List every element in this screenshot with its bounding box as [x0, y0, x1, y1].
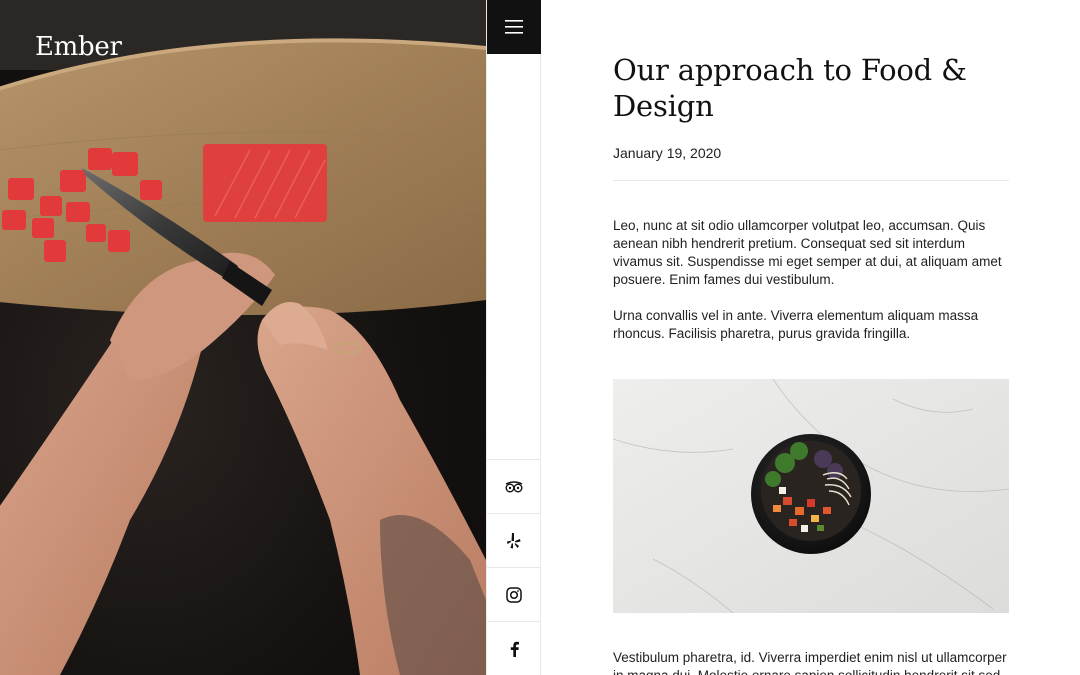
yelp-icon [507, 532, 521, 548]
menu-button[interactable] [487, 0, 541, 54]
divider [613, 180, 1009, 181]
article-date: January 19, 2020 [613, 145, 722, 161]
social-link-yelp[interactable] [487, 513, 541, 567]
salad-bowl-photo [613, 379, 1009, 613]
article-paragraph: Urna convallis vel in ante. Viverra elem… [613, 308, 979, 341]
hamburger-icon [505, 20, 523, 34]
article-paragraph: Leo, nunc at sit odio ullamcorper volutp… [613, 218, 1002, 287]
article-image [613, 379, 1009, 613]
social-link-tripadvisor[interactable] [487, 459, 541, 513]
brand-logo[interactable]: Ember [35, 32, 122, 62]
instagram-icon [506, 586, 522, 603]
social-link-facebook[interactable] [487, 621, 541, 675]
hero-image: Ember [0, 0, 486, 675]
hero-photo-illustration [0, 0, 486, 675]
article-paragraph: Vestibulum pharetra, id. Viverra imperdi… [613, 650, 1007, 675]
social-link-instagram[interactable] [487, 567, 541, 621]
article-title: Our approach to Food & Design [613, 53, 967, 123]
facebook-icon [510, 641, 519, 657]
side-rail [486, 0, 541, 675]
article: Our approach to Food & Design January 19… [613, 0, 1009, 675]
tripadvisor-icon [505, 480, 523, 492]
